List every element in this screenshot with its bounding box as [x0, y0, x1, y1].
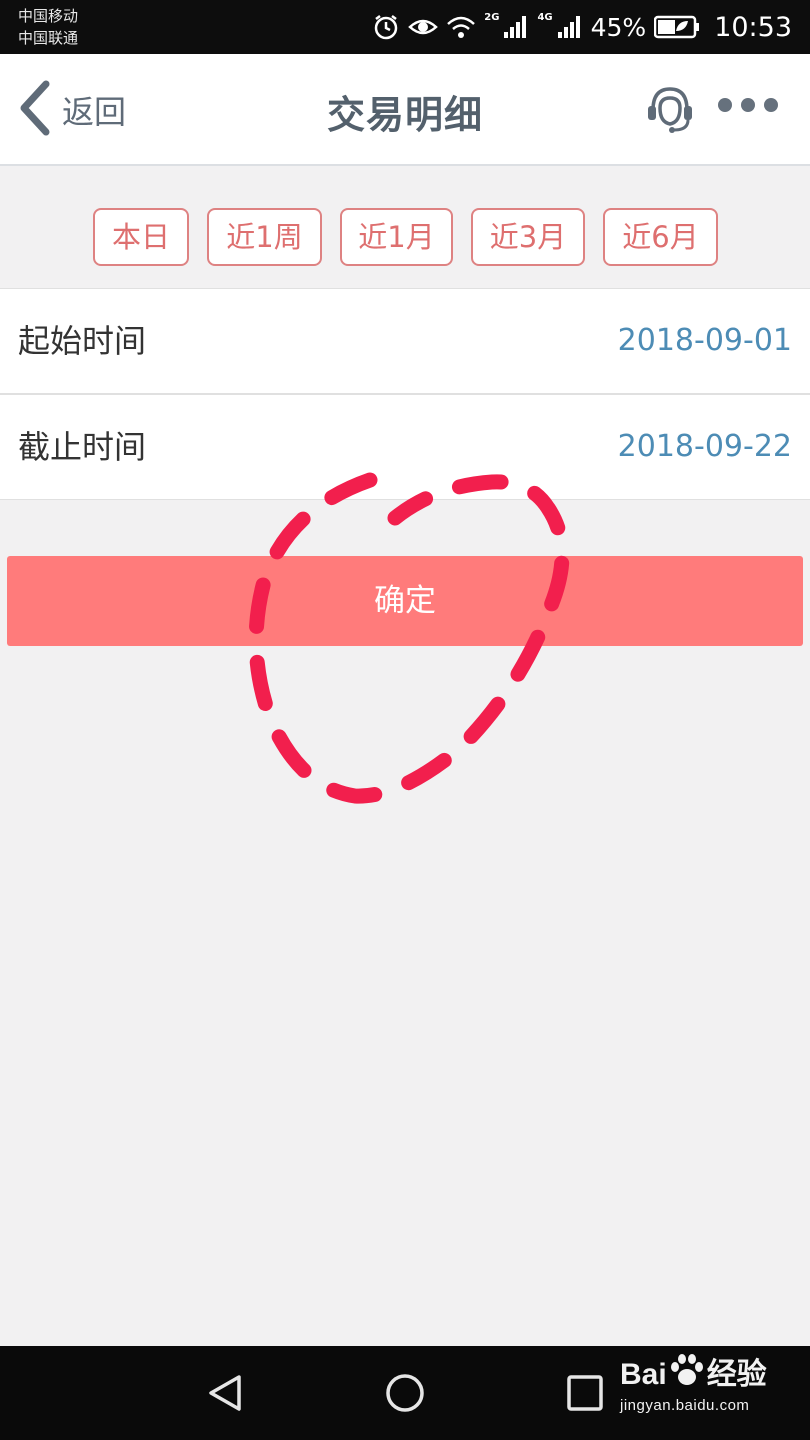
carrier-2: 中国联通 [18, 29, 79, 47]
customer-service-icon[interactable] [644, 84, 696, 140]
end-date-value[interactable]: 2018-09-22 [618, 395, 792, 499]
home-circle-icon[interactable] [385, 1373, 425, 1417]
header-bar: 返回 交易明细 [0, 54, 810, 166]
wifi-icon [446, 15, 476, 39]
carrier-info: 中国移动 中国联通 [18, 5, 78, 49]
status-icons: 2G 4G 45% 10:53 [372, 0, 792, 54]
range-6-month-button[interactable]: 近6月 [603, 208, 718, 266]
more-dot [741, 98, 755, 112]
baidu-jingyan-watermark: Bai 经验 jingyan.baidu.com [620, 1353, 767, 1416]
back-triangle-icon[interactable] [206, 1373, 244, 1417]
carrier-1: 中国移动 [18, 7, 79, 25]
range-3-month-button[interactable]: 近3月 [471, 208, 585, 266]
network-type-1: 2G [484, 11, 500, 23]
watermark-brand-right: 经验 [706, 1357, 767, 1391]
recents-square-icon[interactable] [566, 1373, 604, 1417]
clock: 10:53 [714, 11, 792, 43]
status-bar: 中国移动 中国联通 2G 4G 45% 10:53 [0, 0, 810, 54]
signal-icon [503, 15, 529, 39]
paw-icon [669, 1353, 705, 1396]
signal-icon [557, 15, 583, 39]
range-today-button[interactable]: 本日 [93, 208, 189, 266]
more-icon[interactable] [718, 98, 778, 112]
end-date-label: 截止时间 [18, 428, 147, 466]
more-dot [764, 98, 778, 112]
eye-comfort-icon [408, 15, 439, 39]
more-dot [718, 98, 732, 112]
watermark-brand: Bai 经验 [620, 1353, 767, 1396]
start-date-value[interactable]: 2018-09-01 [618, 289, 792, 393]
range-1-week-button[interactable]: 近1周 [207, 208, 322, 266]
confirm-button[interactable]: 确定 [7, 556, 803, 646]
watermark-url: jingyan.baidu.com [620, 1397, 750, 1414]
start-date-row[interactable]: 起始时间 2018-09-01 [0, 288, 810, 394]
start-date-label: 起始时间 [18, 322, 147, 360]
battery-icon [654, 15, 700, 39]
end-date-row[interactable]: 截止时间 2018-09-22 [0, 394, 810, 500]
alarm-icon [372, 13, 400, 41]
range-1-month-button[interactable]: 近1月 [340, 208, 453, 266]
quick-range-bar: 本日 近1周 近1月 近3月 近6月 [0, 166, 810, 287]
network-type-2: 4G [537, 11, 553, 23]
battery-percent: 45% [590, 12, 647, 42]
watermark-brand-left: Bai [620, 1357, 667, 1391]
